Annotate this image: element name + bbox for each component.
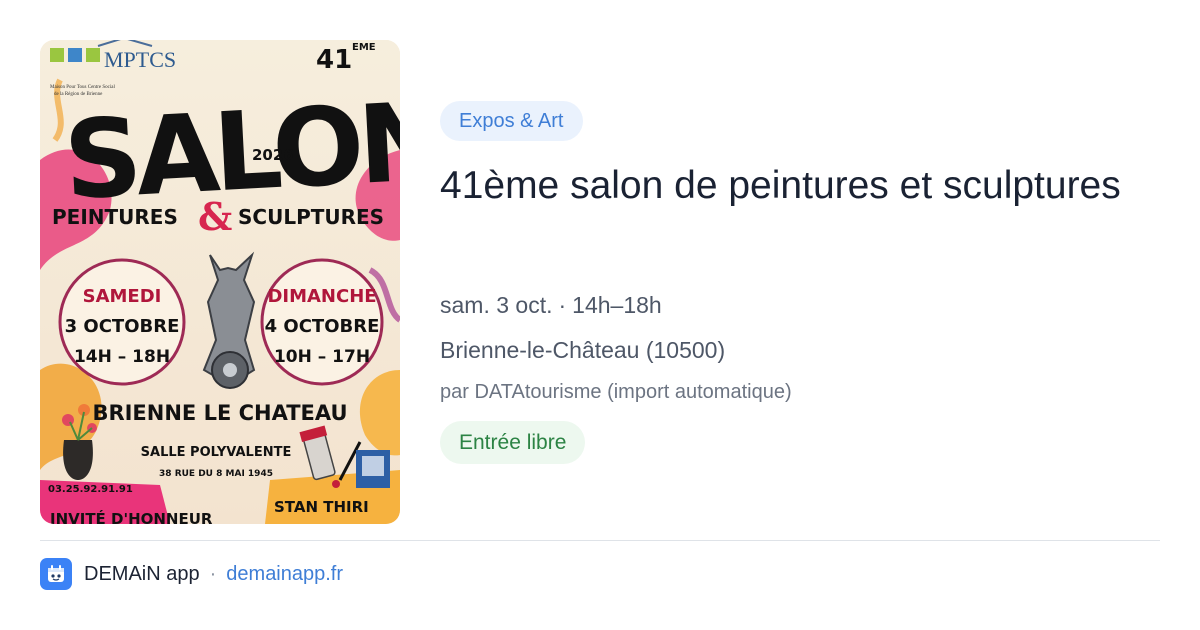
- poster-town: BRIENNE LE CHATEAU: [92, 401, 347, 425]
- day1-date: 3 OCTOBRE: [65, 316, 180, 337]
- day1-name: SAMEDI: [83, 286, 162, 307]
- poster-venue: SALLE POLYVALENTE: [141, 445, 292, 460]
- event-share-card: MPTCS Maison Pour Tous Centre Social de …: [0, 0, 1200, 630]
- org-subtitle-2: de la Région de Brienne: [54, 92, 103, 97]
- event-source: par DATAtourisme (import automatique): [440, 381, 792, 403]
- footer-separator: ·: [209, 562, 217, 585]
- event-hours: 14h–18h: [572, 292, 662, 318]
- org-logo-text: MPTCS: [104, 47, 176, 72]
- org-subtitle-1: Maison Pour Tous Centre Social: [50, 85, 115, 90]
- app-website-link[interactable]: demainapp.fr: [226, 563, 343, 586]
- app-name: DEMAiN app: [84, 562, 200, 585]
- event-day: sam. 3 oct.: [440, 292, 553, 318]
- app-logo-icon: [40, 558, 72, 590]
- poster-address: 38 RUE DU 8 MAI 1945: [159, 469, 273, 479]
- poster-year: 2026: [252, 146, 294, 164]
- day1-hours: 14H – 18H: [74, 347, 170, 367]
- event-poster-image[interactable]: MPTCS Maison Pour Tous Centre Social de …: [40, 40, 400, 524]
- poster-subtitle-right: SCULPTURES: [238, 205, 384, 229]
- poster-phone: 03.25.92.91.91: [48, 484, 133, 495]
- poster-guest-label: INVITÉ D'HONNEUR: [50, 509, 213, 524]
- poster-guest-name: STAN THIRI: [274, 498, 369, 516]
- category-chip[interactable]: Expos & Art: [440, 101, 583, 141]
- day2-name: DIMANCHE: [267, 286, 376, 307]
- footer-divider: [40, 540, 1160, 541]
- event-date: sam. 3 oct. · 14h–18h: [440, 290, 662, 320]
- event-title: 41ème salon de peintures et sculptures: [440, 164, 1121, 207]
- date-separator: ·: [558, 292, 567, 318]
- poster-edition: 41: [316, 45, 352, 75]
- poster-edition-sup: EME: [352, 42, 376, 53]
- poster-subtitle-left: PEINTURES: [52, 205, 178, 229]
- event-location: Brienne-le-Château (10500): [440, 337, 726, 363]
- day2-hours: 10H – 17H: [274, 347, 370, 367]
- footer: DEMAiN app · demainapp.fr: [40, 558, 343, 590]
- poster-subtitle-amp: &: [198, 194, 232, 239]
- day2-date: 4 OCTOBRE: [265, 316, 380, 337]
- price-chip: Entrée libre: [440, 421, 586, 464]
